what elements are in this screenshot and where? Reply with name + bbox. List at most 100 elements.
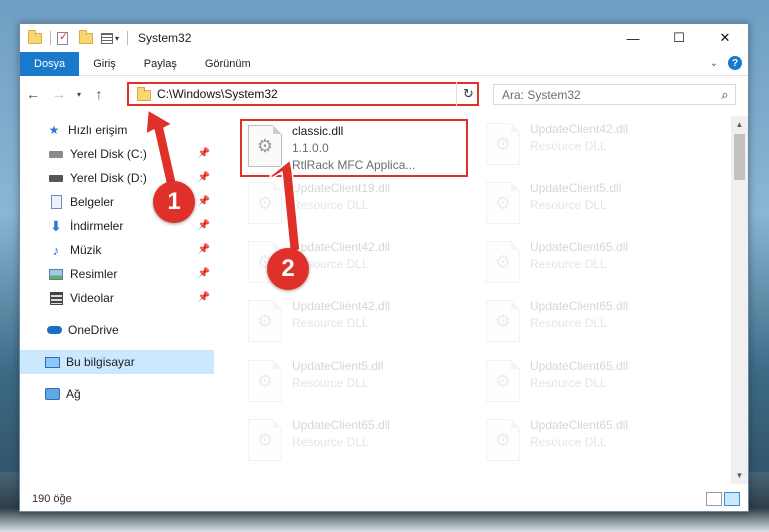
- view-switcher: [704, 492, 740, 506]
- nav-item-label: Müzik: [70, 243, 102, 257]
- nav-item-music[interactable]: ♪ Müzik 📌: [20, 238, 214, 262]
- pin-icon[interactable]: 📌: [198, 148, 210, 159]
- star-icon: ★: [48, 123, 60, 137]
- title-bar: ▾ System32 — ☐ ✕: [20, 24, 748, 52]
- address-path[interactable]: C:\Windows\System32: [157, 87, 459, 101]
- tab-share[interactable]: Paylaş: [130, 52, 191, 76]
- status-bar: 190 öğe: [20, 487, 748, 511]
- explorer-window: ▾ System32 — ☐ ✕ Dosya Giriş Paylaş Görü…: [19, 23, 749, 512]
- scroll-up-button[interactable]: ▲: [731, 116, 748, 133]
- file-description: Resource DLL: [292, 316, 369, 330]
- help-icon[interactable]: ?: [728, 56, 742, 70]
- file-name: UpdateClient65.dll: [292, 418, 391, 432]
- pin-icon[interactable]: 📌: [198, 196, 210, 207]
- new-folder-icon[interactable]: [79, 30, 93, 44]
- gear-file-icon: ⚙: [248, 125, 282, 167]
- details-view-icon[interactable]: [706, 492, 722, 506]
- pin-icon[interactable]: 📌: [198, 172, 210, 183]
- file-tile[interactable]: ⚙ UpdateClient5.dll Resource DLL: [480, 178, 704, 236]
- file-name: UpdateClient65.dll: [530, 418, 629, 432]
- file-description: Resource DLL: [292, 435, 369, 449]
- gear-file-icon: ⚙: [486, 300, 520, 342]
- tab-file[interactable]: Dosya: [20, 51, 80, 76]
- gear-file-icon: ⚙: [486, 241, 520, 283]
- maximize-button[interactable]: ☐: [656, 24, 702, 52]
- file-tile[interactable]: ⚙ UpdateClient65.dll Resource DLL: [480, 356, 704, 414]
- toolbar-divider: [50, 31, 51, 45]
- file-tile-classic-dll[interactable]: ⚙ classic.dll 1.1.0.0 RtlRack MFC Applic…: [240, 119, 468, 177]
- file-name: UpdateClient42.dll: [292, 299, 391, 313]
- tiles-view-icon[interactable]: [724, 492, 740, 506]
- file-tile[interactable]: ⚙ UpdateClient65.dll Resource DLL: [480, 237, 704, 295]
- file-view: ⚙ classic.dll 1.1.0.0 RtlRack MFC Applic…: [220, 116, 732, 482]
- recent-locations-button[interactable]: ▾: [72, 82, 86, 106]
- forward-button[interactable]: →: [46, 82, 72, 106]
- file-name: UpdateClient65.dll: [530, 240, 629, 254]
- window-controls: — ☐ ✕: [610, 24, 748, 52]
- file-tile[interactable]: ⚙ UpdateClient42.dll Resource DLL: [480, 119, 704, 177]
- file-tile[interactable]: ⚙ UpdateClient42.dll Resource DLL: [242, 296, 466, 354]
- file-description: Resource DLL: [530, 139, 607, 153]
- minimize-button[interactable]: —: [610, 24, 656, 52]
- file-name: UpdateClient5.dll: [530, 181, 622, 195]
- nav-item-label: Bu bilgisayar: [66, 355, 135, 369]
- nav-item-label: Resimler: [70, 267, 118, 281]
- gear-file-icon: ⚙: [248, 360, 282, 402]
- ribbon-tabs: Dosya Giriş Paylaş Görünüm ⌄ ?: [20, 51, 748, 76]
- address-bar[interactable]: C:\Windows\System32 ⌵: [127, 82, 479, 106]
- file-tile[interactable]: ⚙ UpdateClient19.dll Resource DLL: [242, 178, 466, 236]
- nav-item-label: İndirmeler: [70, 219, 124, 233]
- gear-file-icon: ⚙: [486, 360, 520, 402]
- gear-file-icon: ⚙: [248, 182, 282, 224]
- file-name: UpdateClient65.dll: [530, 359, 629, 373]
- tab-view[interactable]: Görünüm: [191, 52, 265, 76]
- scroll-down-button[interactable]: ▼: [731, 467, 748, 484]
- file-description: Resource DLL: [530, 257, 607, 271]
- folder-icon: [137, 87, 151, 101]
- close-button[interactable]: ✕: [702, 24, 748, 52]
- back-button[interactable]: ←: [20, 82, 46, 106]
- up-button[interactable]: ↑: [86, 82, 112, 106]
- scroll-thumb[interactable]: [734, 134, 745, 180]
- gear-file-icon: ⚙: [486, 123, 520, 165]
- nav-item-drive-c[interactable]: Yerel Disk (C:) 📌: [20, 142, 214, 166]
- step-badge-2: 2: [267, 248, 309, 290]
- vertical-scrollbar[interactable]: ▲ ▼: [731, 116, 748, 484]
- file-tile[interactable]: ⚙ UpdateClient5.dll Resource DLL: [242, 356, 466, 414]
- file-description: Resource DLL: [530, 376, 607, 390]
- nav-item-onedrive[interactable]: OneDrive: [20, 318, 214, 342]
- nav-item-quick-access[interactable]: ★ Hızlı erişim: [20, 118, 214, 142]
- item-count: 190 öğe: [32, 493, 72, 505]
- drive-icon: [48, 146, 64, 162]
- pin-icon[interactable]: 📌: [198, 268, 210, 279]
- properties-icon[interactable]: [57, 30, 71, 45]
- file-tile[interactable]: ⚙ UpdateClient65.dll Resource DLL: [480, 415, 704, 473]
- file-description: Resource DLL: [530, 198, 607, 212]
- nav-item-this-pc[interactable]: Bu bilgisayar: [20, 350, 214, 374]
- pin-icon[interactable]: 📌: [198, 292, 210, 303]
- file-tile[interactable]: ⚙ UpdateClient65.dll Resource DLL: [242, 415, 466, 473]
- music-note-icon: ♪: [52, 242, 60, 258]
- file-name: UpdateClient42.dll: [530, 122, 629, 136]
- file-name: UpdateClient42.dll: [292, 240, 391, 254]
- nav-item-network[interactable]: Ağ: [20, 382, 214, 406]
- search-icon[interactable]: ⌕: [715, 87, 735, 103]
- tab-home[interactable]: Giriş: [79, 52, 130, 76]
- file-tile[interactable]: ⚙ UpdateClient65.dll Resource DLL: [480, 296, 704, 354]
- pin-icon[interactable]: 📌: [198, 244, 210, 255]
- view-list-icon[interactable]: [101, 32, 113, 44]
- pictures-icon: [48, 266, 64, 282]
- nav-item-pictures[interactable]: Resimler 📌: [20, 262, 214, 286]
- pin-icon[interactable]: 📌: [198, 220, 210, 231]
- nav-item-videos[interactable]: Videolar 📌: [20, 286, 214, 310]
- expand-ribbon-icon[interactable]: ⌄: [710, 58, 718, 69]
- search-input[interactable]: Ara: System32: [502, 88, 715, 102]
- refresh-button[interactable]: ↻: [456, 82, 480, 106]
- search-box[interactable]: Ara: System32 ⌕: [493, 84, 736, 105]
- file-name: classic.dll: [292, 124, 344, 138]
- window-title: System32: [138, 31, 192, 45]
- chevron-down-icon[interactable]: ▾: [115, 34, 119, 43]
- quick-access-toolbar: ▾ System32: [20, 24, 191, 52]
- nav-item-label: Videolar: [70, 291, 114, 305]
- gear-file-icon: ⚙: [486, 419, 520, 461]
